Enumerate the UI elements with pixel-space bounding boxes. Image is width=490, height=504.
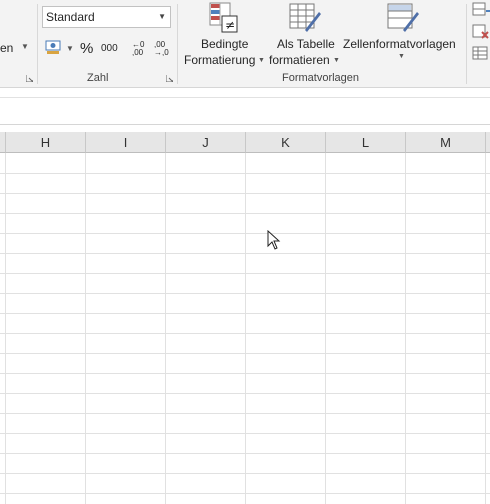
column-header-i[interactable]: I: [86, 132, 166, 153]
column-header-k[interactable]: K: [246, 132, 326, 153]
number-dialog-launcher-icon[interactable]: [166, 75, 173, 82]
format-as-table-dropdown-icon[interactable]: ▼: [333, 57, 340, 64]
format-as-table-icon[interactable]: [289, 2, 321, 34]
grid-row-line: [0, 233, 490, 234]
grid-column-line: [165, 153, 166, 504]
chevron-down-icon[interactable]: ▼: [158, 12, 166, 21]
styles-group-label: Formatvorlagen: [282, 72, 360, 84]
svg-text:≠: ≠: [225, 18, 235, 32]
alignment-dialog-launcher-icon[interactable]: [26, 75, 33, 82]
column-header-partial[interactable]: [486, 132, 490, 153]
formula-bar[interactable]: [0, 97, 490, 125]
delete-cells-icon[interactable]: [472, 24, 490, 40]
column-header-j[interactable]: J: [166, 132, 246, 153]
grid-column-line: [405, 153, 406, 504]
group-separator: [466, 4, 467, 84]
mouse-cursor-icon: [267, 230, 281, 250]
grid-row-line: [0, 473, 490, 474]
alignment-dropdown-icon[interactable]: ▼: [21, 42, 29, 51]
grid-column-line: [245, 153, 246, 504]
column-header-l[interactable]: L: [326, 132, 406, 153]
grid-row-line: [0, 353, 490, 354]
grid-row-line: [0, 333, 490, 334]
number-group-label: Zahl: [87, 72, 109, 84]
format-cells-icon[interactable]: [472, 46, 490, 62]
accounting-format-icon[interactable]: [45, 39, 63, 55]
conditional-formatting-icon[interactable]: ≠: [209, 2, 239, 34]
number-format-value: Standard: [46, 10, 95, 24]
decrease-decimal-button[interactable]: ,00 →,0: [154, 41, 170, 57]
ribbon: en ▼ Standard ▼ ▼ % 000 ←0 ,00 ,00 →,0 Z…: [0, 0, 490, 88]
conditional-formatting-dropdown-icon[interactable]: ▼: [258, 57, 265, 64]
alignment-partial-label[interactable]: en: [0, 41, 13, 55]
grid-row-line: [0, 293, 490, 294]
grid-row-line: [0, 393, 490, 394]
grid-row-line: [0, 213, 490, 214]
conditional-formatting-label-2[interactable]: Formatierung: [184, 53, 255, 67]
percent-style-button[interactable]: %: [80, 40, 93, 57]
column-header-h[interactable]: H: [6, 132, 86, 153]
accounting-dropdown-icon[interactable]: ▼: [66, 44, 74, 53]
grid-row-line: [0, 453, 490, 454]
conditional-formatting-label-1[interactable]: Bedingte: [201, 37, 248, 51]
grid-row-line: [0, 173, 490, 174]
cell-styles-icon[interactable]: [387, 2, 419, 34]
grid-row-line: [0, 313, 490, 314]
format-as-table-label-1[interactable]: Als Tabelle: [277, 37, 335, 51]
comma-style-button[interactable]: 000: [101, 43, 118, 54]
cell-styles-dropdown-icon[interactable]: ▼: [398, 53, 405, 60]
group-separator: [37, 4, 38, 84]
increase-decimal-button[interactable]: ←0 ,00: [132, 41, 148, 57]
grid-row-line: [0, 193, 490, 194]
insert-cells-icon[interactable]: [472, 2, 490, 18]
grid-row-line: [0, 413, 490, 414]
grid-column-line: [485, 153, 486, 504]
column-header-m[interactable]: M: [406, 132, 486, 153]
group-separator: [177, 4, 178, 84]
grid-row-line: [0, 253, 490, 254]
grid-column-line: [325, 153, 326, 504]
format-as-table-label-2[interactable]: formatieren: [269, 53, 330, 67]
grid-row-line: [0, 273, 490, 274]
cell-styles-label[interactable]: Zellenformatvorlagen: [343, 37, 456, 51]
number-format-combobox[interactable]: Standard ▼: [42, 6, 171, 28]
grid-row-line: [0, 373, 490, 374]
grid-row-line: [0, 493, 490, 494]
grid-row-line: [0, 433, 490, 434]
grid-column-line: [85, 153, 86, 504]
grid-column-line: [5, 153, 6, 504]
